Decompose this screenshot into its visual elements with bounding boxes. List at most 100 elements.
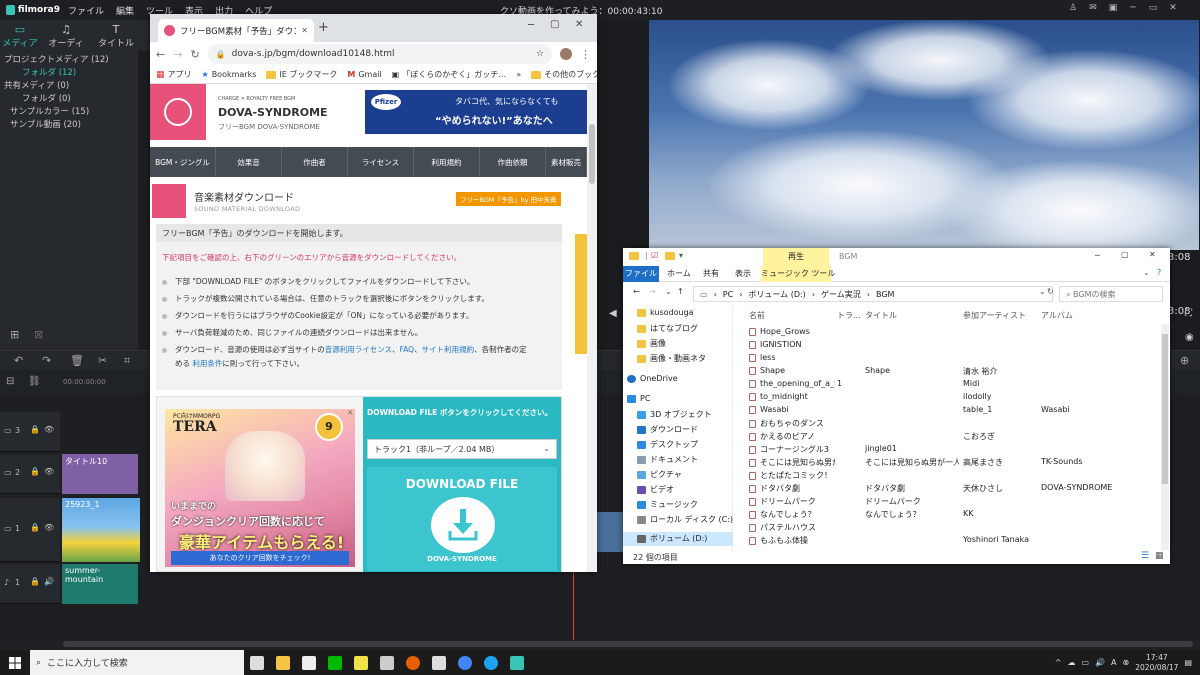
account-icon[interactable]: ♙ [1066, 3, 1080, 16]
taskbar-app[interactable] [478, 650, 504, 675]
add-track-icon[interactable]: ⊟ [6, 376, 14, 387]
explorer-minimize-icon[interactable]: ─ [1095, 251, 1100, 260]
file-row[interactable]: Shape Shape 清水 裕介 [741, 365, 1161, 378]
chrome-minimize-icon[interactable]: ─ [528, 20, 534, 31]
cut-icon[interactable]: ✂ [98, 354, 107, 367]
file-row[interactable]: less [741, 352, 1161, 365]
nav-item[interactable]: 画像 [637, 338, 666, 349]
volume-icon[interactable]: 🔊 [1095, 658, 1105, 667]
terms-link[interactable]: サイト利用規約 [422, 345, 475, 354]
profile-avatar[interactable] [560, 48, 572, 60]
file-row[interactable]: Hope_Grows [741, 326, 1161, 339]
ribbon-music-tools[interactable]: ミュージック ツール [761, 266, 835, 282]
nav-terms[interactable]: 利用規約 [414, 147, 480, 177]
taskbar-app[interactable] [244, 650, 270, 675]
new-folder-icon[interactable]: ⊞ [10, 328, 19, 341]
nav-item[interactable]: ダウンロード [637, 424, 698, 435]
zoom-in-icon[interactable]: ⊕ [1180, 354, 1189, 367]
nav-item[interactable]: はてなブログ [637, 323, 698, 334]
explorer-close-icon[interactable]: ✕ [1149, 250, 1156, 259]
path-segment[interactable]: PC [723, 290, 733, 299]
nav-item[interactable]: ローカル ディスク (C:) [637, 514, 733, 525]
nav-item[interactable]: デスクトップ [637, 439, 698, 450]
ad-choices-icon[interactable]: ✕ [347, 409, 353, 417]
ribbon-home[interactable]: ホーム [667, 268, 691, 279]
back-icon[interactable]: ← [633, 287, 640, 296]
explorer-maximize-icon[interactable]: ▢ [1121, 250, 1129, 259]
remove-folder-icon[interactable]: ⊠ [34, 328, 43, 341]
nav-license[interactable]: ライセンス [348, 147, 414, 177]
nav-item[interactable]: kusodouga [637, 308, 694, 317]
start-button[interactable] [0, 650, 30, 675]
download-file-button[interactable]: DOWNLOAD FILE DOVA-SYNDROME [367, 467, 557, 571]
library-project-media[interactable]: プロジェクトメディア (12) [4, 53, 109, 65]
minimize-icon[interactable]: ─ [1126, 3, 1140, 16]
tera-banner-ad[interactable]: PC向けMMORPG TERA 9 いままでの ダンジョンクリア回数に応じて 豪… [165, 409, 355, 567]
address-bar[interactable]: 🔒 dova-s.jp/bgm/download10148.html ☆ [207, 44, 552, 64]
file-row[interactable]: かえるのピアノ こおろぎ [741, 430, 1161, 443]
file-row[interactable]: ドリームパーク ドリームパーク [741, 495, 1161, 508]
video-clip[interactable]: 25923_1 [62, 498, 140, 562]
audio-clip[interactable]: summer-mountain [62, 564, 138, 604]
col-album[interactable]: アルバム [1041, 310, 1073, 321]
lock-icon[interactable]: 🔒 [30, 523, 40, 532]
error-icon[interactable]: ⊗ [1123, 658, 1130, 667]
new-tab-icon[interactable]: + [318, 20, 329, 35]
dova-site-name[interactable]: DOVA-SYNDROME [218, 106, 328, 119]
notification-center-icon[interactable]: ▤ [1184, 658, 1192, 667]
bookmark-star-icon[interactable]: ☆ [536, 49, 544, 59]
bookmark-gmail[interactable]: M Gmail [347, 70, 381, 79]
taskbar-clock[interactable]: 17:47 2020/08/17 [1135, 653, 1178, 673]
taskbar-app[interactable] [504, 650, 530, 675]
snapshot-icon[interactable]: ◉ [1185, 332, 1194, 343]
taskbar-app[interactable] [270, 650, 296, 675]
bookmark-ie[interactable]: IE ブックマーク [266, 69, 337, 80]
reload-icon[interactable]: ↻ [190, 48, 199, 61]
details-view-icon[interactable]: ☰ [1141, 551, 1149, 561]
nav-item[interactable]: 画像・動画ネタ [637, 353, 706, 364]
file-row[interactable]: IGNISTION [741, 339, 1161, 352]
path-segment[interactable]: ボリューム (D:) [748, 289, 805, 300]
nav-item[interactable]: ピクチャ [637, 469, 682, 480]
taskbar-app[interactable] [426, 650, 452, 675]
explorer-path-bar[interactable]: ▭ › PC › ボリューム (D:) › ゲーム実況 › BGM [693, 286, 1053, 302]
bookmark-more-chevron[interactable]: » [516, 70, 521, 79]
tab-media[interactable]: ▭ メディア [0, 24, 40, 50]
delete-icon[interactable]: 🗑 [70, 354, 84, 367]
taskbar-app[interactable] [452, 650, 478, 675]
nav-item[interactable]: 3D オブジェクト [637, 409, 712, 420]
eye-icon[interactable]: 👁 [44, 523, 54, 532]
timeline-scrollbar[interactable] [63, 641, 1193, 647]
chrome-scroll-thumb[interactable] [589, 124, 595, 184]
track-select[interactable]: トラック1（非ループ／2.04 MB） ⌄ [367, 439, 557, 459]
bookmark-bookmarks[interactable]: ★ Bookmarks [202, 70, 257, 79]
qat-dropdown-icon[interactable]: ▾ [679, 251, 683, 260]
file-row[interactable]: to_midnight ilodolly [741, 391, 1161, 404]
recent-dropdown-icon[interactable]: ⌄ [665, 287, 672, 296]
taskbar-app[interactable] [374, 650, 400, 675]
taskbar-search-input[interactable]: ⌕ ここに入力して検索 [30, 650, 244, 675]
nav-item[interactable]: OneDrive [627, 374, 678, 383]
close-tab-icon[interactable]: ✕ [301, 26, 308, 35]
refresh-icon[interactable]: ↻ [1047, 287, 1054, 296]
file-list-scrollbar[interactable] [1161, 324, 1169, 550]
track-badge[interactable]: フリーBGM「予告」by 田中芳典 [456, 192, 561, 206]
properties-icon[interactable]: ☑ [651, 251, 658, 260]
file-row[interactable]: ドタバタ劇 ドタバタ劇 天休ひさし DOVA-SYNDROME [741, 482, 1161, 495]
ribbon-view[interactable]: 表示 [735, 268, 751, 279]
nav-item[interactable]: ビデオ [637, 484, 674, 495]
menu-edit[interactable]: 編集 [116, 4, 134, 17]
eye-icon[interactable]: 👁 [44, 425, 54, 434]
menu-file[interactable]: ファイル [68, 4, 104, 17]
taskbar-app[interactable] [400, 650, 426, 675]
explorer-search-input[interactable]: ⌕ BGMの検索 [1059, 286, 1163, 302]
notification-icon[interactable]: ✉ [1086, 3, 1100, 16]
bookmark-other[interactable]: その他のブックマーク [531, 69, 597, 80]
link-icon[interactable]: ⛓ [28, 376, 41, 387]
nav-item[interactable]: ドキュメント [637, 454, 698, 465]
file-row[interactable]: Wasabi table_1 Wasabi [741, 404, 1161, 417]
license-link[interactable]: 音源利用ライセンス [325, 345, 392, 354]
nav-composers[interactable]: 作曲者 [282, 147, 348, 177]
file-row[interactable]: なんでしょう？ なんでしょう？ KK [741, 508, 1161, 521]
nav-sound-effects[interactable]: 効果音 [216, 147, 282, 177]
